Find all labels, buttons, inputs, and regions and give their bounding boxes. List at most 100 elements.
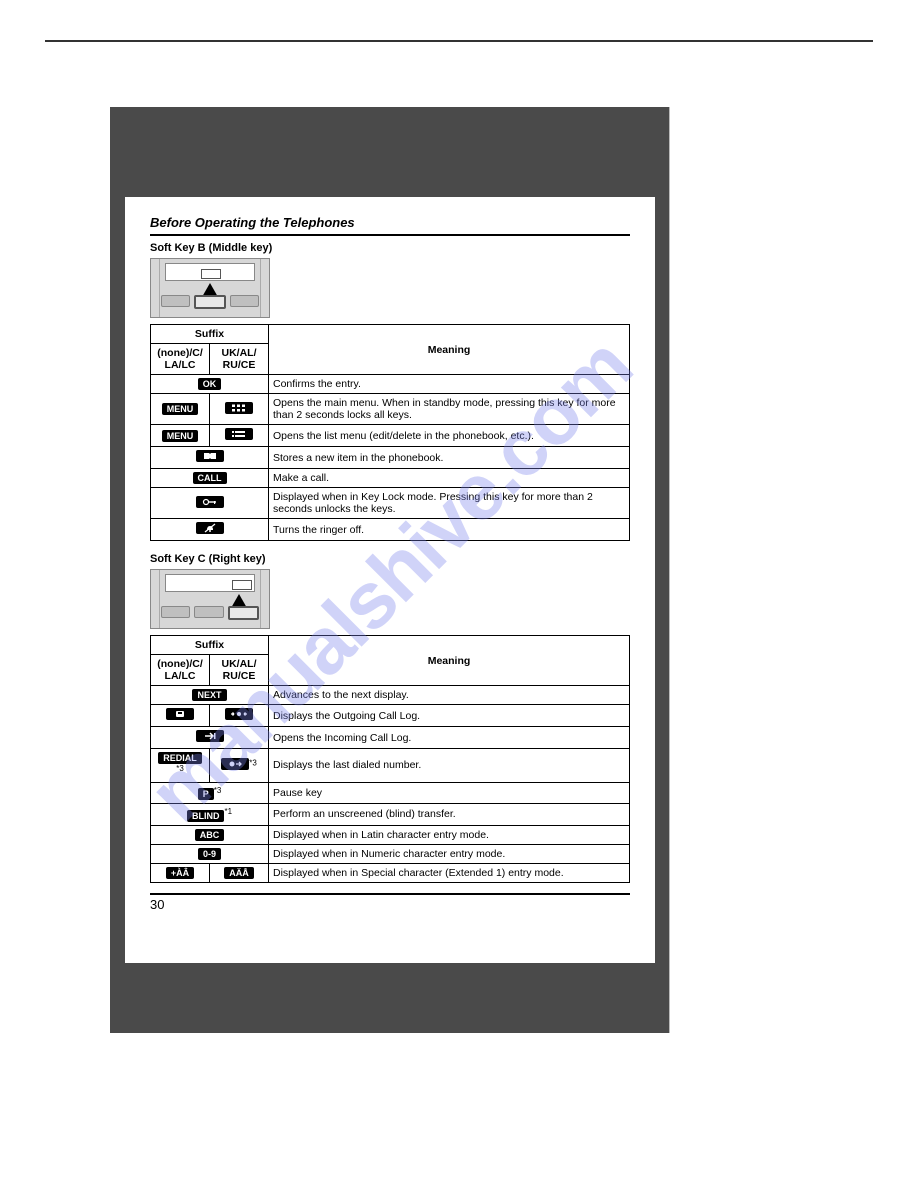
softkey-b-table: Suffix Meaning (none)/C/ LA/LC UK/AL/ RU… bbox=[150, 324, 630, 541]
meaning-cell: Displayed when in Latin character entry … bbox=[269, 825, 630, 844]
meaning-cell: Displayed when in Key Lock mode. Pressin… bbox=[269, 488, 630, 519]
table-row: Displayed when in Key Lock mode. Pressin… bbox=[151, 488, 630, 519]
softkey-b-heading: Soft Key B (Middle key) bbox=[150, 242, 630, 254]
key-cell: REDIAL*3 bbox=[151, 749, 210, 783]
key-cell bbox=[151, 447, 269, 469]
key-label: MENU bbox=[162, 403, 199, 415]
meaning-header: Meaning bbox=[269, 636, 630, 686]
viewer-frame: manualshive.com Before Operating the Tel… bbox=[110, 107, 670, 1033]
key-label: BLIND bbox=[187, 810, 225, 822]
document-root: manualshive.com Before Operating the Tel… bbox=[0, 40, 918, 1033]
meaning-cell: Pause key bbox=[269, 782, 630, 804]
meaning-cell: Advances to the next display. bbox=[269, 686, 630, 705]
key-cell: CALL bbox=[151, 469, 269, 488]
table-row: ABC Displayed when in Latin character ent… bbox=[151, 825, 630, 844]
footnote-ref: *3 bbox=[176, 764, 184, 773]
meaning-cell: Displays the last dialed number. bbox=[269, 749, 630, 783]
key-cell bbox=[151, 705, 210, 727]
footnote-ref: *3 bbox=[249, 758, 257, 767]
key-cell: MENU bbox=[151, 425, 210, 447]
frame-footer bbox=[110, 963, 670, 1033]
suffix-header: Suffix bbox=[151, 325, 269, 344]
key-cell bbox=[210, 394, 269, 425]
meaning-cell: Turns the ringer off. bbox=[269, 519, 630, 541]
manual-page: manualshive.com Before Operating the Tel… bbox=[125, 197, 655, 963]
key-cell bbox=[210, 705, 269, 727]
key-label: +ÀÂ bbox=[166, 867, 194, 879]
meaning-cell: Opens the Incoming Call Log. bbox=[269, 727, 630, 749]
arrows-out-icon bbox=[225, 708, 253, 720]
table-row: P*3Pause key bbox=[151, 782, 630, 804]
softkey-c-heading: Soft Key C (Right key) bbox=[150, 553, 630, 565]
list-icon bbox=[225, 428, 253, 440]
key-label: MENU bbox=[162, 430, 199, 442]
key-label: CALL bbox=[193, 472, 227, 484]
key-cell: ABC bbox=[151, 825, 269, 844]
redial-sym-icon bbox=[221, 758, 249, 770]
key-icon bbox=[196, 496, 224, 508]
col2-header: UK/AL/ RU/CE bbox=[210, 655, 269, 686]
col2-header: UK/AL/ RU/CE bbox=[210, 344, 269, 375]
meaning-cell: Displays the Outgoing Call Log. bbox=[269, 705, 630, 727]
key-cell: +ÀÂ bbox=[151, 863, 210, 882]
table-row: REDIAL*3*3Displays the last dialed numbe… bbox=[151, 749, 630, 783]
key-cell: BLIND*1 bbox=[151, 804, 269, 826]
meaning-cell: Confirms the entry. bbox=[269, 375, 630, 394]
meaning-cell: Opens the main menu. When in standby mod… bbox=[269, 394, 630, 425]
table-row: MENU Opens the list menu (edit/delete in … bbox=[151, 425, 630, 447]
key-cell bbox=[151, 727, 269, 749]
softkey-b-illustration bbox=[150, 258, 270, 318]
footnote-ref: *3 bbox=[214, 786, 222, 795]
key-cell: AÄÅ bbox=[210, 863, 269, 882]
table-row: Turns the ringer off. bbox=[151, 519, 630, 541]
meaning-cell: Make a call. bbox=[269, 469, 630, 488]
footnote-ref: *1 bbox=[224, 807, 232, 816]
phone-out-icon bbox=[166, 708, 194, 720]
key-cell: MENU bbox=[151, 394, 210, 425]
document-viewer: manualshive.com Before Operating the Tel… bbox=[110, 107, 670, 1033]
meaning-cell: Displayed when in Numeric character entr… bbox=[269, 844, 630, 863]
meaning-header: Meaning bbox=[269, 325, 630, 375]
key-cell: NEXT bbox=[151, 686, 269, 705]
key-label: P bbox=[198, 788, 214, 800]
suffix-header: Suffix bbox=[151, 636, 269, 655]
table-row: CALL Make a call. bbox=[151, 469, 630, 488]
key-cell: OK bbox=[151, 375, 269, 394]
meaning-cell: Stores a new item in the phonebook. bbox=[269, 447, 630, 469]
scrollbar[interactable] bbox=[669, 107, 674, 1033]
key-cell bbox=[151, 488, 269, 519]
table-row: 0-9 Displayed when in Numeric character e… bbox=[151, 844, 630, 863]
key-cell bbox=[210, 425, 269, 447]
key-label: REDIAL bbox=[158, 752, 202, 764]
key-cell: 0-9 bbox=[151, 844, 269, 863]
table-row: MENU Opens the main menu. When in standby… bbox=[151, 394, 630, 425]
meaning-cell: Perform an unscreened (blind) transfer. bbox=[269, 804, 630, 826]
meaning-cell: Displayed when in Special character (Ext… bbox=[269, 863, 630, 882]
grid-icon bbox=[225, 402, 253, 414]
key-cell: P*3 bbox=[151, 782, 269, 804]
section-title: Before Operating the Telephones bbox=[150, 215, 630, 236]
table-row: OK Confirms the entry. bbox=[151, 375, 630, 394]
table-row: BLIND*1Perform an unscreened (blind) tra… bbox=[151, 804, 630, 826]
frame-header bbox=[110, 107, 670, 197]
top-rule bbox=[45, 40, 873, 42]
table-row: +ÀÂ AÄÅ Displayed when in Special characte… bbox=[151, 863, 630, 882]
key-label: ABC bbox=[195, 829, 225, 841]
book-icon bbox=[196, 450, 224, 462]
meaning-cell: Opens the list menu (edit/delete in the … bbox=[269, 425, 630, 447]
key-cell: *3 bbox=[210, 749, 269, 783]
key-cell bbox=[151, 519, 269, 541]
key-label: 0-9 bbox=[198, 848, 221, 860]
table-row: Stores a new item in the phonebook. bbox=[151, 447, 630, 469]
page-number: 30 bbox=[150, 893, 630, 912]
table-row: Opens the Incoming Call Log. bbox=[151, 727, 630, 749]
softkey-c-table: Suffix Meaning (none)/C/ LA/LC UK/AL/ RU… bbox=[150, 635, 630, 883]
key-label: NEXT bbox=[192, 689, 226, 701]
col1-header: (none)/C/ LA/LC bbox=[151, 655, 210, 686]
bell-off-icon bbox=[196, 522, 224, 534]
key-label: AÄÅ bbox=[224, 867, 254, 879]
table-row: NEXT Advances to the next display. bbox=[151, 686, 630, 705]
key-label: OK bbox=[198, 378, 222, 390]
softkey-c-illustration bbox=[150, 569, 270, 629]
arrow-in-icon bbox=[196, 730, 224, 742]
